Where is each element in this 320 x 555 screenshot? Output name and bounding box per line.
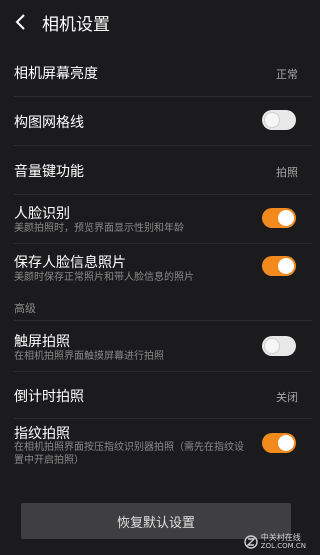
setting-volume-key-label: 音量键功能 bbox=[14, 164, 84, 180]
setting-save-face[interactable]: 保存人脸信息照片 美颜时保存正常照片和带人脸信息的照片 bbox=[0, 244, 312, 292]
watermark-line1: 中关村在线 bbox=[260, 533, 301, 542]
setting-save-face-label: 保存人脸信息照片 bbox=[14, 255, 126, 271]
setting-face-label: 人脸识别 bbox=[14, 206, 70, 222]
toggle-knob bbox=[278, 258, 294, 274]
setting-volume-key[interactable]: 音量键功能 拍照 bbox=[0, 146, 312, 194]
setting-fingerprint-desc-2: 置中开启拍照） bbox=[14, 455, 84, 466]
setting-touch-label: 触屏拍照 bbox=[14, 334, 70, 350]
watermark-line2: ZOL.COM.CN bbox=[260, 542, 306, 550]
face-toggle[interactable] bbox=[262, 208, 296, 228]
grid-toggle[interactable] bbox=[262, 110, 296, 130]
setting-timer[interactable]: 倒计时拍照 关闭 bbox=[0, 372, 312, 418]
toggle-knob bbox=[278, 210, 294, 226]
setting-brightness-value: 正常 bbox=[276, 68, 298, 81]
setting-brightness[interactable]: 相机屏幕亮度 正常 bbox=[0, 46, 312, 96]
setting-timer-value: 关闭 bbox=[276, 391, 298, 404]
toggle-knob bbox=[264, 112, 280, 128]
section-advanced: 高级 bbox=[14, 302, 36, 315]
fingerprint-toggle[interactable] bbox=[262, 433, 296, 453]
setting-brightness-label: 相机屏幕亮度 bbox=[14, 66, 98, 82]
setting-face-desc: 美颜拍照时，预览界面显示性别和年龄 bbox=[14, 223, 184, 234]
setting-grid[interactable]: 构图网格线 bbox=[0, 97, 312, 145]
setting-face-recognition[interactable]: 人脸识别 美颜拍照时，预览界面显示性别和年龄 bbox=[0, 195, 312, 243]
setting-fingerprint-desc-1: 在相机拍照界面按压指纹识别器拍照（需先在指纹设 bbox=[14, 442, 244, 453]
setting-fingerprint-label: 指纹拍照 bbox=[14, 426, 70, 442]
header-bar: 相机设置 bbox=[0, 0, 312, 44]
setting-touch-desc: 在相机拍照界面触摸屏幕进行拍照 bbox=[14, 351, 164, 362]
setting-save-face-desc: 美颜时保存正常照片和带人脸信息的照片 bbox=[14, 272, 194, 283]
setting-fingerprint[interactable]: 指纹拍照 在相机拍照界面按压指纹识别器拍照（需先在指纹设 置中开启拍照） bbox=[0, 419, 312, 471]
save-face-toggle[interactable] bbox=[262, 256, 296, 276]
setting-grid-label: 构图网格线 bbox=[14, 115, 84, 131]
toggle-knob bbox=[264, 338, 280, 354]
setting-touch-shoot[interactable]: 触屏拍照 在相机拍照界面触摸屏幕进行拍照 bbox=[0, 321, 312, 371]
watermark: 中关村在线 ZOL.COM.CN bbox=[244, 533, 306, 551]
page-title: 相机设置 bbox=[42, 15, 110, 35]
back-arrow-icon[interactable] bbox=[12, 11, 30, 33]
zol-logo-icon bbox=[244, 535, 258, 549]
touch-toggle[interactable] bbox=[262, 336, 296, 356]
setting-volume-key-value: 拍照 bbox=[276, 166, 298, 179]
toggle-knob bbox=[278, 435, 294, 451]
setting-timer-label: 倒计时拍照 bbox=[14, 389, 84, 405]
